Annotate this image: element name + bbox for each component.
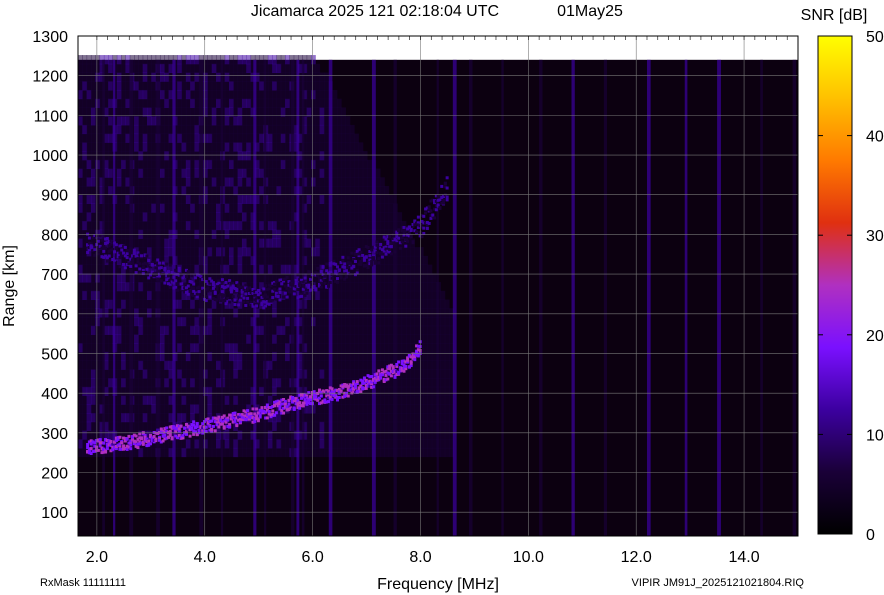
colorbar: 0 10 20 30 40 50 [817,29,884,544]
x-tick-label: 4.0 [194,549,216,566]
stripe [760,59,763,537]
y-tick-label: 200 [41,466,68,483]
stripe [102,59,105,537]
y-tick-label: 500 [41,346,68,363]
x-axis-ticks: 2.0 4.0 6.0 8.0 10.0 12.0 14.0 [86,549,760,566]
y-tick-label: 600 [41,307,68,324]
stripe [371,59,376,537]
y-tick-label: 1100 [34,108,69,125]
x-tick-label: 12.0 [621,549,652,566]
x-tick-label: 10.0 [513,549,544,566]
y-tick-label: 900 [41,188,68,205]
colorbar-tick-label: 30 [866,228,884,245]
footer-rxmask: RxMask 11111111 [40,577,126,589]
stripe [452,59,457,537]
stripe [792,59,797,537]
x-tick-label: 6.0 [301,549,323,566]
ionogram-chart: Jicamarca 2025 121 02:18:04 UTC 01May25 … [1,3,884,593]
stripe [571,59,575,537]
stripe [646,59,651,537]
plot-area [77,35,799,537]
colorbar-tick-label: 10 [866,427,884,444]
y-tick-label: 1200 [32,69,68,86]
stripe [328,59,333,537]
colorbar-gradient [817,35,853,535]
y-axis-ticks: 100 200 300 400 500 600 700 800 900 1000 1100 1200 1… [32,29,68,522]
x-axis-label: Frequency [MHz] [377,576,499,593]
y-tick-label: 100 [41,505,68,522]
stripe [501,59,504,537]
colorbar-tick-label: 40 [866,129,884,146]
stripe [291,59,295,537]
stripe [220,59,224,537]
stripe [156,59,160,537]
colorbar-label: SNR [dB] [801,7,868,24]
chart-title: Jicamarca 2025 121 02:18:04 UTC [251,3,499,20]
stripe [684,59,688,537]
stripe [469,59,473,537]
stripe [172,59,176,537]
stripe [113,59,116,537]
stripe [129,59,134,537]
stripe [393,59,397,537]
x-tick-label: 14.0 [728,549,759,566]
stripe [301,59,305,537]
y-tick-label: 800 [41,227,68,244]
y-tick-label: 1000 [32,148,68,165]
y-tick-label: 1300 [32,29,68,46]
x-tick-label: 8.0 [409,549,431,566]
stripe [539,59,543,537]
footer-file: VIPIR JM91J_2025121021804.RIQ [632,577,805,589]
stripe [603,59,608,537]
chart-date: 01May25 [557,3,623,20]
colorbar-tick-label: 0 [866,527,875,544]
stripe [436,59,439,537]
y-tick-label: 400 [41,386,68,403]
y-tick-label: 700 [41,267,68,284]
x-tick-label: 2.0 [86,549,108,566]
y-tick-label: 300 [41,426,68,443]
y-axis-label: Range [km] [1,245,18,327]
colorbar-tick-label: 50 [866,29,884,46]
stripe [717,59,721,537]
colorbar-tick-label: 20 [866,328,884,345]
